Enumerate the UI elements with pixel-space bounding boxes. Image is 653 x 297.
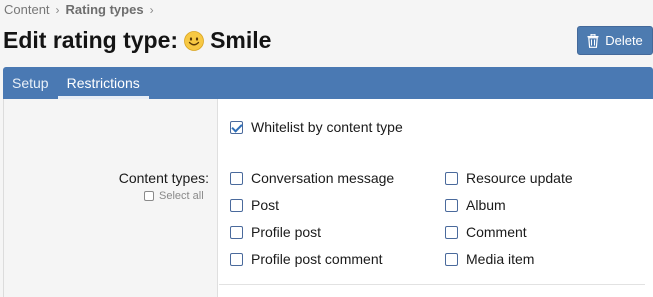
breadcrumb-separator: › (55, 2, 60, 17)
breadcrumb-separator: › (149, 2, 154, 17)
content-type-label: Comment (466, 224, 527, 240)
content-type-label: Profile post (251, 224, 322, 240)
whitelist-checkbox-row[interactable]: Whitelist by content type (230, 119, 403, 135)
title-row: Edit rating type: Smile (3, 27, 271, 54)
content-types-label: Content types: (118, 170, 209, 186)
breadcrumb: Content › Rating types › (4, 2, 154, 17)
content-type-checkbox[interactable] (445, 252, 458, 266)
page-title-name: Smile (210, 27, 272, 53)
delete-button[interactable]: Delete (577, 26, 653, 55)
restrictions-panel: Whitelist by content type Content types:… (3, 99, 653, 297)
content-type-option[interactable]: Post (230, 197, 279, 213)
divider (219, 284, 645, 285)
delete-button-label: Delete (605, 33, 643, 48)
tab-setup[interactable]: Setup (3, 67, 58, 99)
select-all-label: Select all (159, 190, 204, 202)
trash-icon (587, 33, 599, 48)
content-type-option[interactable]: Media item (445, 251, 534, 267)
content-type-label: Conversation message (251, 170, 395, 186)
breadcrumb-item-rating-types[interactable]: Rating types (66, 2, 144, 17)
breadcrumb-item-content[interactable]: Content (4, 2, 50, 17)
content-type-label: Media item (466, 251, 535, 267)
content-type-option[interactable]: Resource update (445, 170, 573, 186)
content-type-checkbox[interactable] (445, 225, 458, 239)
content-type-label: Resource update (466, 170, 573, 186)
content-type-option[interactable]: Conversation message (230, 170, 394, 186)
content-type-checkbox[interactable] (445, 171, 458, 185)
whitelist-label: Whitelist by content type (251, 119, 403, 135)
content-type-option[interactable]: Album (445, 197, 506, 213)
content-type-label: Post (251, 197, 280, 213)
page-title-prefix: Edit rating type: (3, 27, 179, 53)
tab-bar: Setup Restrictions (3, 67, 653, 99)
content-type-checkbox[interactable] (230, 171, 243, 185)
content-type-checkbox[interactable] (445, 198, 458, 212)
content-type-label: Album (466, 197, 506, 213)
select-all-row[interactable]: Select all (144, 190, 204, 202)
content-type-option[interactable]: Profile post (230, 224, 321, 240)
smile-emoji-icon (184, 30, 204, 51)
content-type-checkbox[interactable] (230, 252, 243, 266)
content-type-option[interactable]: Comment (445, 224, 527, 240)
page-title: Edit rating type: Smile (3, 27, 271, 54)
content-type-checkbox[interactable] (230, 198, 243, 212)
content-type-label: Profile post comment (251, 251, 383, 267)
content-type-option[interactable]: Profile post comment (230, 251, 383, 267)
whitelist-checkbox[interactable] (230, 120, 243, 134)
content-type-checkbox[interactable] (230, 225, 243, 239)
select-all-checkbox[interactable] (144, 191, 154, 201)
tab-restrictions[interactable]: Restrictions (57, 67, 149, 99)
